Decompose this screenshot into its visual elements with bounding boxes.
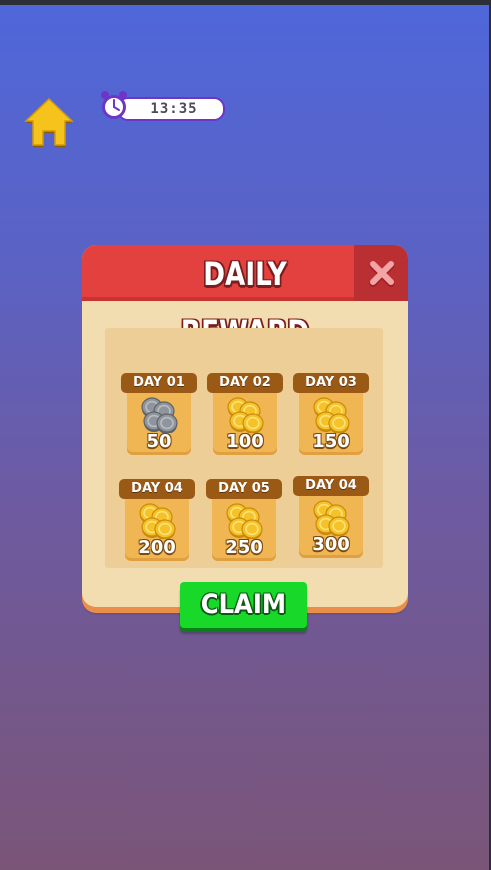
- gold-coins-icon: [223, 395, 267, 434]
- reward-amount: 300: [312, 534, 350, 555]
- reward-amount: 250: [225, 537, 263, 558]
- gold-coins-icon: [135, 501, 179, 540]
- reward-amount: 50: [146, 431, 172, 452]
- panel-title: DAILY REWARD: [181, 255, 309, 351]
- close-icon: [369, 261, 395, 287]
- panel-header: DAILY REWARD: [82, 245, 408, 351]
- day-card[interactable]: DAY 03 150: [293, 373, 369, 459]
- day-label: DAY 05: [206, 479, 282, 499]
- claim-button[interactable]: CLAIM: [180, 582, 307, 628]
- timer-value: 13:35: [117, 97, 225, 121]
- day-label: DAY 04: [119, 479, 195, 499]
- silver-coins-icon: [137, 395, 181, 434]
- gold-coins-icon: [309, 498, 353, 537]
- gold-coins-icon: [222, 501, 266, 540]
- close-button[interactable]: [354, 245, 408, 301]
- day-label: DAY 01: [121, 373, 197, 393]
- countdown-timer: 13:35: [99, 91, 225, 122]
- day-label: DAY 03: [293, 373, 369, 393]
- gold-coins-icon: [309, 395, 353, 434]
- reward-amount: 200: [138, 537, 176, 558]
- alarm-clock-icon: [101, 91, 127, 119]
- home-button[interactable]: [22, 95, 76, 149]
- home-icon: [24, 97, 74, 147]
- day-card[interactable]: DAY 01 50: [121, 373, 197, 459]
- day-card[interactable]: DAY 04 300: [293, 476, 369, 562]
- day-card[interactable]: DAY 04 200: [119, 479, 195, 565]
- day-card[interactable]: DAY 05 250: [206, 479, 282, 565]
- claim-label: CLAIM: [200, 589, 287, 620]
- reward-amount: 150: [312, 431, 350, 452]
- top-status-bar: [0, 0, 491, 5]
- reward-amount: 100: [226, 431, 264, 452]
- day-card[interactable]: DAY 02 100: [207, 373, 283, 459]
- day-label: DAY 02: [207, 373, 283, 393]
- day-label: DAY 04: [293, 476, 369, 496]
